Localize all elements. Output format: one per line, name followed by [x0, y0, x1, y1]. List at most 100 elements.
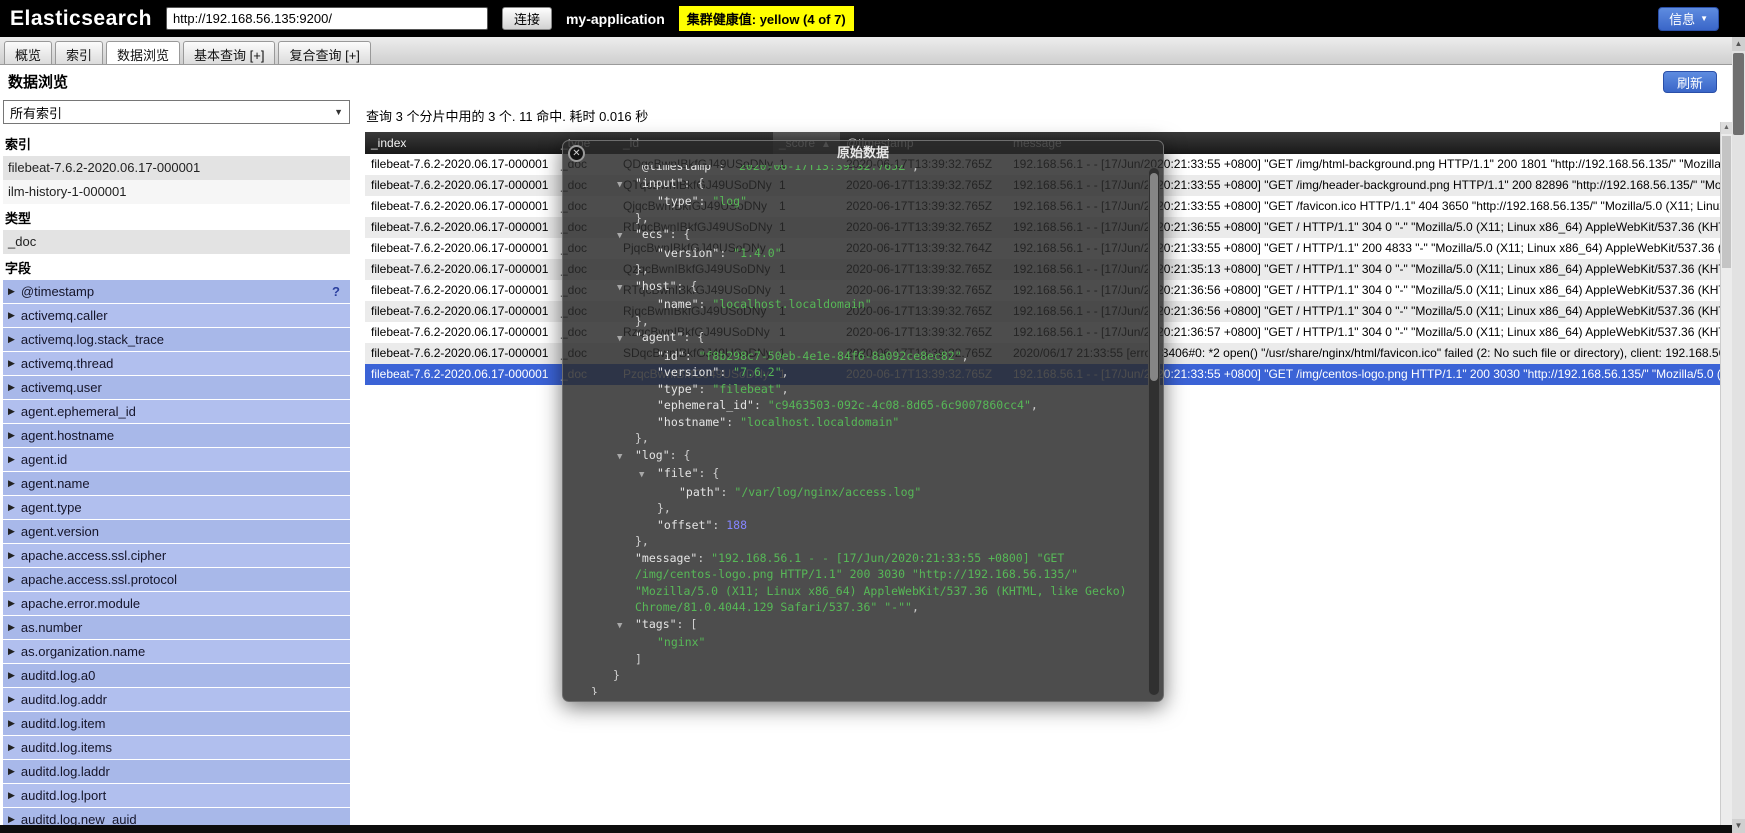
type-item[interactable]: _doc — [3, 230, 350, 254]
json-line: ▼ "input": { — [563, 175, 1146, 194]
field-item[interactable]: ▶ as.number — [3, 616, 350, 640]
field-item[interactable]: ▶ auditd.log.item — [3, 712, 350, 736]
expand-icon: ▶ — [8, 574, 15, 584]
table-scrollbar-thumb[interactable] — [1722, 136, 1731, 268]
tab[interactable]: 索引 — [55, 41, 104, 64]
field-item[interactable]: ▶ apache.error.module — [3, 592, 350, 616]
collapse-icon[interactable]: ▼ — [617, 228, 635, 245]
type-list: _doc — [3, 230, 350, 254]
json-line: "@timestamp": "2020-06-17T13:39:32.765Z"… — [635, 165, 919, 173]
info-button[interactable]: 信息 ▼ — [1658, 6, 1719, 31]
expand-icon: ▶ — [8, 334, 15, 344]
tab[interactable]: 数据浏览 — [106, 41, 181, 64]
server-url-input[interactable] — [165, 7, 488, 30]
index-item[interactable]: filebeat-7.6.2-2020.06.17-000001 — [3, 156, 350, 180]
field-item[interactable]: ▶ auditd.log.items — [3, 736, 350, 760]
field-item-label: agent.name — [20, 476, 90, 491]
collapse-icon[interactable]: ▼ — [617, 177, 635, 194]
raw-data-modal: ✕ 原始数据 "@timestamp": "2020-06-17T13:39:3… — [562, 140, 1164, 702]
field-item[interactable]: ▶ agent.hostname — [3, 424, 350, 448]
scroll-up-icon[interactable]: ▲ — [1732, 37, 1745, 51]
field-item-label: agent.id — [20, 452, 68, 467]
field-item-label: auditd.log.laddr — [20, 764, 110, 779]
field-item[interactable]: ▶ @timestamp? — [3, 280, 350, 304]
field-item[interactable]: ▶ auditd.log.laddr — [3, 760, 350, 784]
modal-close-button[interactable]: ✕ — [568, 145, 585, 162]
expand-icon: ▶ — [8, 622, 15, 632]
field-item[interactable]: ▶ agent.type — [3, 496, 350, 520]
expand-icon: ▶ — [8, 430, 15, 440]
json-line: ▼ "log": { — [563, 447, 1146, 466]
modal-title: 原始数据 — [836, 145, 889, 160]
field-item[interactable]: ▶ activemq.log.stack_trace — [3, 328, 350, 352]
field-item[interactable]: ▶ activemq.thread — [3, 352, 350, 376]
tab[interactable]: 概览 — [4, 41, 53, 64]
cell-index: filebeat-7.6.2-2020.06.17-000001 — [371, 325, 549, 339]
page-scrollbar-thumb[interactable] — [1733, 53, 1744, 135]
close-icon: ✕ — [572, 148, 581, 159]
table-header-cell[interactable]: _index — [365, 132, 555, 154]
json-viewer: "@timestamp": "2020-06-17T13:39:32.765Z"… — [563, 165, 1146, 695]
results-summary: 查询 3 个分片中用的 3 个. 11 命中. 耗时 0.016 秒 — [366, 109, 649, 124]
field-item[interactable]: ▶ apache.access.ssl.protocol — [3, 568, 350, 592]
expand-icon: ▶ — [8, 454, 15, 464]
modal-scrollbar[interactable] — [1148, 167, 1160, 696]
collapse-icon[interactable]: ▼ — [617, 618, 635, 635]
field-item-label: activemq.thread — [20, 356, 114, 371]
json-line: "message": "192.168.56.1 - - [17/Jun/202… — [635, 550, 1134, 615]
field-item-label: apache.access.ssl.cipher — [20, 548, 167, 563]
json-line: ] — [635, 651, 642, 666]
scroll-down-icon[interactable]: ▼ — [1732, 819, 1745, 833]
json-line: }, — [657, 501, 671, 515]
field-item-label: as.number — [20, 620, 83, 635]
expand-icon: ▶ — [8, 598, 15, 608]
expand-icon: ▶ — [8, 742, 15, 752]
field-item[interactable]: ▶ auditd.log.lport — [3, 784, 350, 808]
json-line: }, — [635, 262, 649, 276]
collapse-icon[interactable]: ▼ — [617, 331, 635, 348]
field-item[interactable]: ▶ agent.name — [3, 472, 350, 496]
expand-icon: ▶ — [8, 310, 15, 320]
collapse-icon[interactable]: ▼ — [617, 449, 635, 466]
field-item-label: auditd.log.items — [20, 740, 112, 755]
field-item-label: agent.hostname — [20, 428, 115, 443]
field-item[interactable]: ▶ activemq.user — [3, 376, 350, 400]
field-item[interactable]: ▶ apache.access.ssl.cipher — [3, 544, 350, 568]
expand-icon: ▶ — [8, 814, 15, 824]
field-item[interactable]: ▶ agent.ephemeral_id — [3, 400, 350, 424]
index-filter-select[interactable]: 所有索引 ▼ — [3, 100, 350, 124]
help-icon[interactable]: ? — [332, 284, 340, 299]
cell-index: filebeat-7.6.2-2020.06.17-000001 — [371, 262, 549, 276]
field-item[interactable]: ▶ as.organization.name — [3, 640, 350, 664]
field-item-label: activemq.caller — [20, 308, 108, 323]
field-item-label: agent.type — [20, 500, 82, 515]
json-line: "version": "7.6.2", — [657, 365, 789, 379]
field-item-label: auditd.log.a0 — [20, 668, 96, 683]
section-fields-label: 字段 — [5, 261, 32, 276]
scroll-up-icon[interactable]: ▲ — [1721, 122, 1732, 134]
field-item-label: @timestamp — [20, 284, 95, 299]
tab[interactable]: 基本查询 [+] — [183, 41, 276, 64]
collapse-icon[interactable]: ▼ — [639, 467, 657, 484]
field-item[interactable]: ▶ agent.version — [3, 520, 350, 544]
index-item[interactable]: ilm-history-1-000001 — [3, 180, 350, 204]
field-item-label: as.organization.name — [20, 644, 146, 659]
table-scrollbar[interactable]: ▲ — [1720, 122, 1732, 825]
collapse-icon[interactable]: ▼ — [617, 280, 635, 297]
field-item-label: activemq.log.stack_trace — [20, 332, 164, 347]
refresh-button[interactable]: 刷新 — [1662, 71, 1717, 93]
cluster-health-badge: 集群健康值: yellow (4 of 7) — [678, 6, 854, 31]
field-item[interactable]: ▶ activemq.caller — [3, 304, 350, 328]
field-item[interactable]: ▶ agent.id — [3, 448, 350, 472]
json-line: } — [613, 668, 620, 682]
connect-button[interactable]: 连接 — [501, 7, 552, 30]
tab[interactable]: 复合查询 [+] — [278, 41, 371, 64]
field-item-label: auditd.log.lport — [20, 788, 107, 803]
field-item[interactable]: ▶ auditd.log.a0 — [3, 664, 350, 688]
field-item[interactable]: ▶ auditd.log.addr — [3, 688, 350, 712]
json-line: "nginx" — [657, 635, 706, 649]
page-scrollbar[interactable]: ▲ ▼ — [1732, 37, 1745, 833]
field-item-label: agent.ephemeral_id — [20, 404, 136, 419]
info-button-label: 信息 — [1669, 12, 1696, 27]
modal-scrollbar-thumb[interactable] — [1150, 173, 1158, 381]
